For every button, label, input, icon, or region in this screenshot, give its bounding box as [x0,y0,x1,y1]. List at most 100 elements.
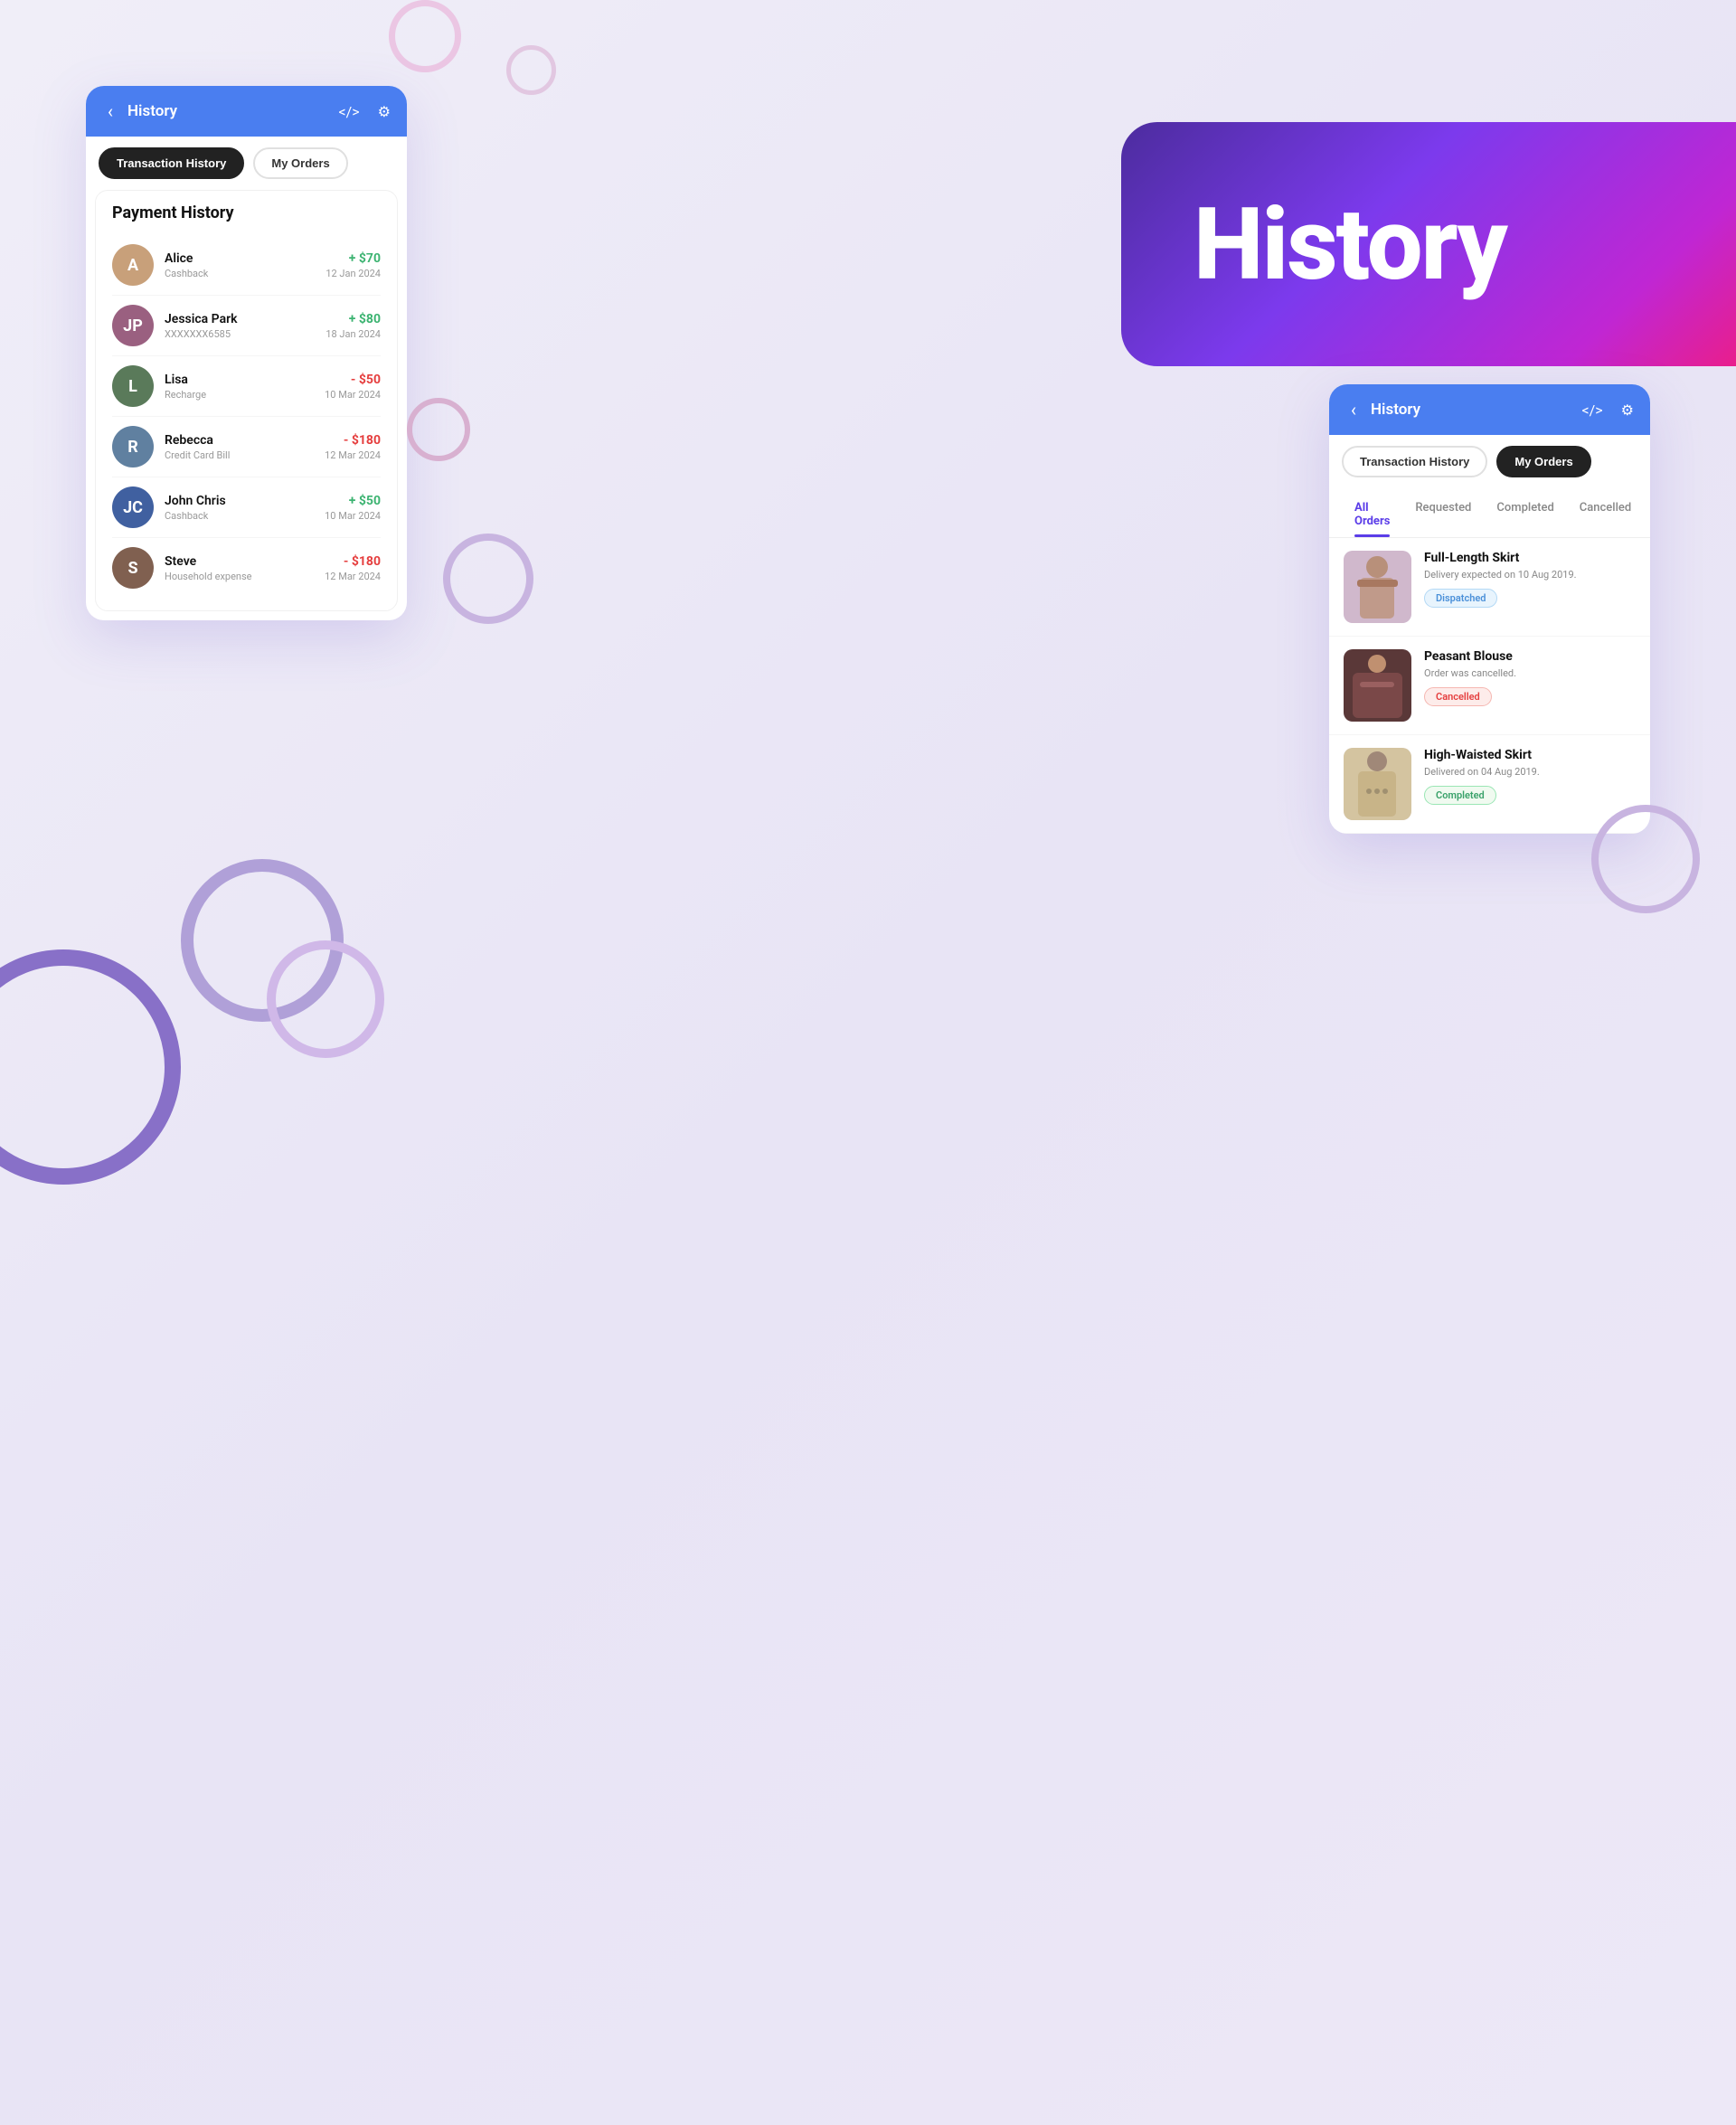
txn-right: + $50 10 Mar 2024 [325,494,381,522]
txn-date: 12 Mar 2024 [325,449,381,461]
back-button-2[interactable]: ‹ [1345,397,1362,422]
gear-icon-2[interactable]: ⚙ [1621,401,1634,419]
phone2-header: ‹ History </> ⚙ [1329,384,1650,435]
txn-name: Alice [165,251,326,266]
order-image [1344,551,1411,623]
txn-right: - $180 12 Mar 2024 [325,554,381,582]
deco-circle-1 [443,534,533,624]
phone1-title: History [127,102,321,120]
code-icon-2[interactable]: </> [1582,401,1603,419]
back-button[interactable]: ‹ [102,99,118,124]
tab-requested[interactable]: Requested [1402,492,1484,537]
avatar: JP [112,305,154,346]
tab-my-orders[interactable]: My Orders [253,147,347,179]
avatar: R [112,426,154,468]
avatar: L [112,365,154,407]
phone1-tab-bar: Transaction History My Orders [86,137,407,190]
avatar: JC [112,486,154,528]
transaction-row: JP Jessica Park XXXXXXX6585 + $80 18 Jan… [112,296,381,356]
order-details: High-Waisted Skirt Delivered on 04 Aug 2… [1424,748,1636,805]
tab-completed[interactable]: Completed [1484,492,1566,537]
deco-circle-4 [267,940,384,1058]
order-details: Peasant Blouse Order was cancelled. Canc… [1424,649,1636,706]
deco-circle-3 [181,859,344,1022]
phone2-title: History [1371,401,1564,419]
code-icon[interactable]: </> [339,103,360,120]
transaction-row: R Rebecca Credit Card Bill - $180 12 Mar… [112,417,381,477]
order-desc: Delivery expected on 10 Aug 2019. [1424,569,1636,581]
order-item: Full-Length Skirt Delivery expected on 1… [1329,538,1650,637]
txn-name: Steve [165,554,325,569]
payment-history-title: Payment History [112,203,381,222]
transaction-row: A Alice Cashback + $70 12 Jan 2024 [112,235,381,296]
txn-name: Jessica Park [165,312,326,326]
order-list: Full-Length Skirt Delivery expected on 1… [1329,538,1650,834]
txn-name: John Chris [165,494,325,508]
txn-info: Alice Cashback [165,251,326,279]
deco-circle-6 [407,398,470,461]
txn-amount: + $80 [326,312,381,326]
order-item: High-Waisted Skirt Delivered on 04 Aug 2… [1329,735,1650,834]
avatar: S [112,547,154,589]
txn-right: - $50 10 Mar 2024 [325,373,381,401]
txn-info: Steve Household expense [165,554,325,582]
txn-right: + $80 18 Jan 2024 [326,312,381,340]
txn-info: Jessica Park XXXXXXX6585 [165,312,326,340]
deco-circle-7 [389,0,461,72]
tab2-transaction-history[interactable]: Transaction History [1342,446,1487,477]
order-image [1344,748,1411,820]
txn-amount: - $50 [325,373,381,387]
order-desc: Delivered on 04 Aug 2019. [1424,766,1636,778]
txn-amount: - $180 [325,433,381,448]
phone-transaction-history: ‹ History </> ⚙ Transaction History My O… [86,86,407,620]
txn-sub: Cashback [165,268,326,279]
txn-sub: Household expense [165,571,325,582]
txn-date: 18 Jan 2024 [326,328,381,340]
phone2-tab-bar: Transaction History My Orders [1329,435,1650,488]
tab2-my-orders[interactable]: My Orders [1496,446,1590,477]
txn-sub: Credit Card Bill [165,449,325,461]
transaction-list: A Alice Cashback + $70 12 Jan 2024 JP Je… [112,235,381,598]
txn-sub: XXXXXXX6585 [165,328,326,340]
transaction-row: S Steve Household expense - $180 12 Mar … [112,538,381,598]
txn-info: Lisa Recharge [165,373,325,401]
transaction-row: JC John Chris Cashback + $50 10 Mar 2024 [112,477,381,538]
tab-all-orders[interactable]: All Orders [1342,492,1402,537]
txn-name: Rebecca [165,433,325,448]
txn-amount: + $70 [326,251,381,266]
order-name: Full-Length Skirt [1424,551,1636,565]
txn-sub: Cashback [165,510,325,522]
tab-cancelled[interactable]: Cancelled [1567,492,1644,537]
order-tabs: All Orders Requested Completed Cancelled [1329,488,1650,538]
txn-right: - $180 12 Mar 2024 [325,433,381,461]
status-badge: Dispatched [1424,589,1497,608]
order-desc: Order was cancelled. [1424,667,1636,679]
txn-info: Rebecca Credit Card Bill [165,433,325,461]
txn-date: 12 Mar 2024 [325,571,381,582]
payment-history-section: Payment History A Alice Cashback + $70 1… [95,190,398,611]
txn-amount: - $180 [325,554,381,569]
status-badge: Cancelled [1424,687,1492,706]
phone1-header: ‹ History </> ⚙ [86,86,407,137]
avatar: A [112,244,154,286]
hero-title: History [1194,186,1506,303]
phone-my-orders: ‹ History </> ⚙ Transaction History My O… [1329,384,1650,834]
deco-circle-8 [506,45,556,95]
txn-name: Lisa [165,373,325,387]
status-badge: Completed [1424,786,1496,805]
transaction-row: L Lisa Recharge - $50 10 Mar 2024 [112,356,381,417]
hero-banner: History [1121,122,1736,366]
txn-info: John Chris Cashback [165,494,325,522]
txn-sub: Recharge [165,389,325,401]
order-name: High-Waisted Skirt [1424,748,1636,762]
tab-transaction-history[interactable]: Transaction History [99,147,244,179]
txn-date: 10 Mar 2024 [325,510,381,522]
txn-date: 10 Mar 2024 [325,389,381,401]
txn-amount: + $50 [325,494,381,508]
order-image [1344,649,1411,722]
txn-right: + $70 12 Jan 2024 [326,251,381,279]
order-item: Peasant Blouse Order was cancelled. Canc… [1329,637,1650,735]
deco-circle-5 [0,949,181,1185]
txn-date: 12 Jan 2024 [326,268,381,279]
gear-icon[interactable]: ⚙ [378,103,391,120]
